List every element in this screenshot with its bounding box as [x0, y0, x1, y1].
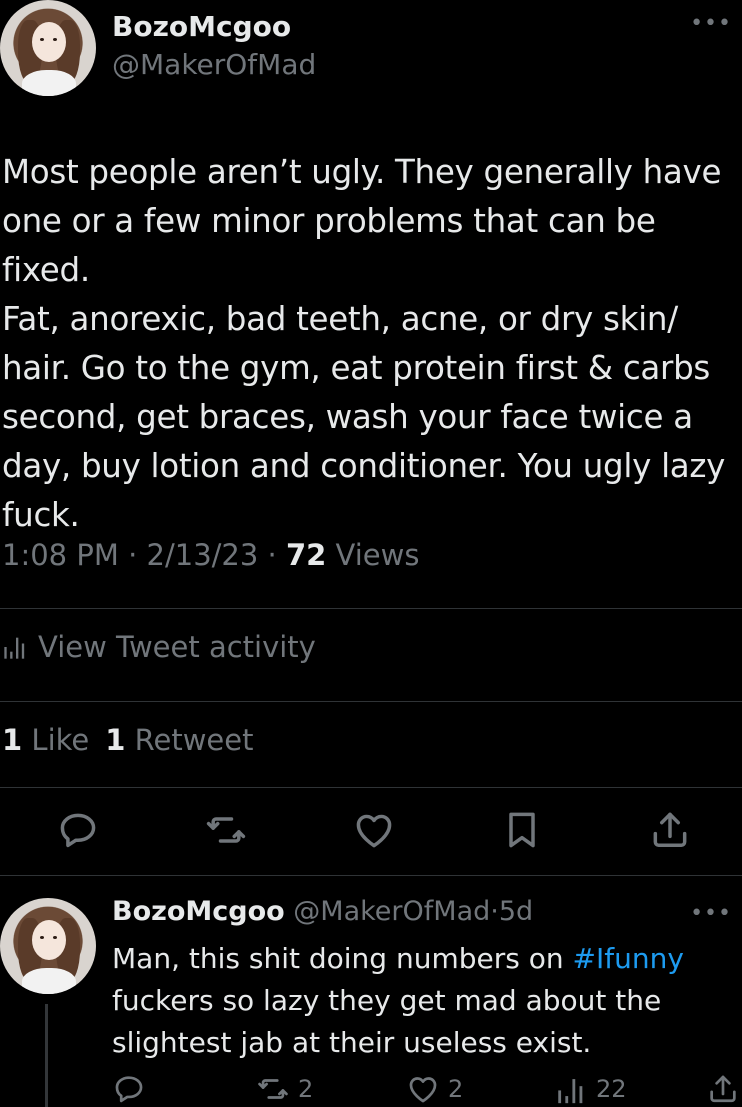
author-name[interactable]: BozoMcgoo — [112, 10, 291, 43]
tweet-meta: 1:08 PM · 2/13/23 · 72 Views — [2, 538, 419, 572]
tweet-text: Most people aren’t ugly. They generally … — [2, 153, 726, 534]
view-tweet-activity-link[interactable]: View Tweet activity — [2, 630, 316, 664]
bookmark-button[interactable] — [500, 808, 544, 852]
reply-age[interactable]: 5d — [499, 896, 533, 927]
hashtag-link[interactable]: #Ifunny — [573, 942, 684, 975]
tweet-time[interactable]: 1:08 PM — [2, 538, 119, 572]
reply-icon — [60, 813, 96, 848]
tweet-date[interactable]: 2/13/23 — [147, 538, 259, 572]
share-icon — [653, 812, 687, 847]
divider — [0, 608, 742, 609]
reply-author-name[interactable]: BozoMcgoo — [112, 896, 285, 927]
views-label: Views — [335, 538, 420, 572]
views-count: 72 — [285, 538, 327, 572]
share-button[interactable] — [648, 808, 692, 852]
activity-label: View Tweet activity — [38, 630, 316, 664]
tweet-action-bar — [0, 808, 742, 860]
reply-views-button[interactable]: 22 — [554, 1072, 627, 1106]
likes-count: 1 — [2, 723, 23, 757]
retweet-icon — [258, 1079, 288, 1099]
likes-label: Like — [31, 723, 90, 757]
retweet-button[interactable] — [204, 808, 248, 852]
like-button[interactable] — [352, 808, 396, 852]
meta-separator: · — [128, 538, 138, 572]
bookmark-icon — [509, 812, 535, 848]
reply-action-bar: 2 2 22 — [0, 1072, 742, 1107]
like-icon — [409, 1077, 437, 1103]
more-horizontal-icon[interactable]: ••• — [690, 13, 732, 35]
reply-text-after: fuckers so lazy they get mad about the s… — [112, 984, 662, 1059]
share-icon — [710, 1075, 736, 1103]
reply-retweet-count: 2 — [298, 1075, 314, 1103]
reply-author-handle[interactable]: @MakerOfMad — [293, 896, 490, 927]
retweets-label: Retweet — [134, 723, 254, 757]
engagement-counts: 1 Like 1 Retweet — [2, 723, 253, 757]
reply-author-avatar[interactable] — [0, 898, 96, 994]
meta-separator: · — [267, 538, 277, 572]
retweets-count: 1 — [105, 723, 126, 757]
analytics-icon — [558, 1079, 583, 1104]
reply-text: Man, this shit doing numbers on #Ifunny … — [112, 938, 742, 1064]
reply-views-count: 22 — [596, 1075, 627, 1103]
reply-like-count: 2 — [448, 1075, 464, 1103]
retweet-icon — [206, 817, 246, 843]
divider — [0, 701, 742, 702]
divider — [0, 875, 742, 876]
author-avatar[interactable] — [0, 0, 96, 96]
reply-header: BozoMcgoo @MakerOfMad·5d — [112, 896, 533, 927]
reply-icon — [115, 1076, 143, 1103]
analytics-icon — [4, 637, 25, 659]
likes-count-link[interactable]: 1 Like — [2, 723, 89, 757]
reply-share-button[interactable] — [706, 1072, 740, 1106]
reply-retweet-button[interactable]: 2 — [256, 1072, 313, 1106]
reply-like-button[interactable]: 2 — [406, 1072, 463, 1106]
reply-button[interactable] — [56, 808, 100, 852]
tweet-detail-page: BozoMcgoo @MakerOfMad ••• Most people ar… — [0, 0, 742, 1107]
author-handle[interactable]: @MakerOfMad — [112, 48, 316, 81]
reply-separator: · — [490, 896, 499, 927]
reply-more-horizontal-icon[interactable]: ••• — [690, 903, 732, 925]
like-icon — [356, 814, 392, 848]
reply-reply-button[interactable] — [112, 1072, 146, 1106]
reply-text-before: Man, this shit doing numbers on — [112, 942, 573, 975]
retweets-count-link[interactable]: 1 Retweet — [105, 723, 253, 757]
divider — [0, 787, 742, 788]
